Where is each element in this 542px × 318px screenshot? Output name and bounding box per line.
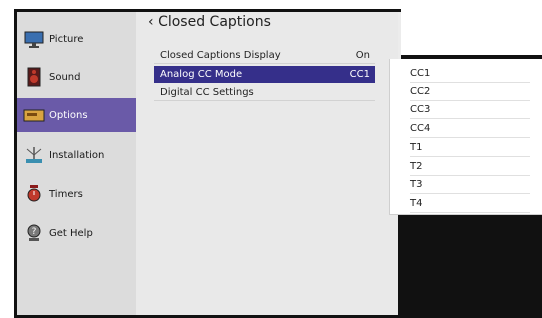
menu-screen-edge: [398, 12, 401, 60]
installation-icon: [23, 144, 45, 166]
sidebar-item-get-help[interactable]: ? Get Help: [17, 216, 136, 250]
help-icon: ?: [23, 222, 45, 244]
row-value: CC1: [349, 69, 370, 80]
dropdown-option[interactable]: T2: [410, 157, 530, 176]
sidebar-item-sound[interactable]: Sound: [17, 60, 136, 94]
speaker-icon: [23, 66, 45, 88]
monitor-icon: [23, 28, 45, 50]
options-icon: [23, 104, 45, 126]
page-title-text: Closed Captions: [158, 14, 271, 30]
sidebar-item-label: Installation: [49, 149, 105, 161]
chevron-left-icon[interactable]: ‹: [148, 14, 154, 30]
sidebar-item-installation[interactable]: Installation: [17, 138, 136, 172]
sidebar-item-picture[interactable]: Picture: [17, 22, 136, 56]
dropdown-option[interactable]: T3: [410, 175, 530, 194]
sidebar-item-label: Picture: [49, 33, 84, 45]
row-value: On: [355, 49, 370, 61]
dropdown-option[interactable]: T4: [410, 194, 530, 213]
sidebar: Picture Sound Options Installation Timer…: [17, 12, 136, 315]
menu-row-analog-cc-mode[interactable]: Analog CC Mode CC1: [154, 66, 375, 83]
sidebar-item-label: Sound: [49, 71, 81, 83]
timer-icon: [23, 183, 45, 205]
sidebar-item-label: Options: [49, 109, 88, 121]
dropdown-option[interactable]: T1: [410, 138, 530, 157]
row-label: Closed Captions Display: [160, 49, 281, 61]
background: [401, 0, 542, 55]
dropdown-option[interactable]: CC1: [410, 64, 530, 83]
sidebar-item-timers[interactable]: Timers: [17, 177, 136, 211]
dropdown-option[interactable]: CC2: [410, 82, 530, 101]
svg-text:?: ?: [32, 227, 37, 237]
sidebar-item-label: Get Help: [49, 227, 93, 239]
dropdown-option[interactable]: CC3: [410, 100, 530, 119]
row-label: Digital CC Settings: [160, 86, 254, 98]
dropdown-option[interactable]: CC4: [410, 119, 530, 138]
sidebar-item-options[interactable]: Options: [17, 98, 136, 132]
page-title[interactable]: ‹ Closed Captions: [148, 14, 271, 30]
row-label: Analog CC Mode: [160, 69, 243, 80]
menu-row-digital-cc-settings[interactable]: Digital CC Settings: [154, 84, 375, 101]
menu-row-cc-display[interactable]: Closed Captions Display On: [154, 47, 375, 64]
sidebar-item-label: Timers: [49, 188, 83, 200]
